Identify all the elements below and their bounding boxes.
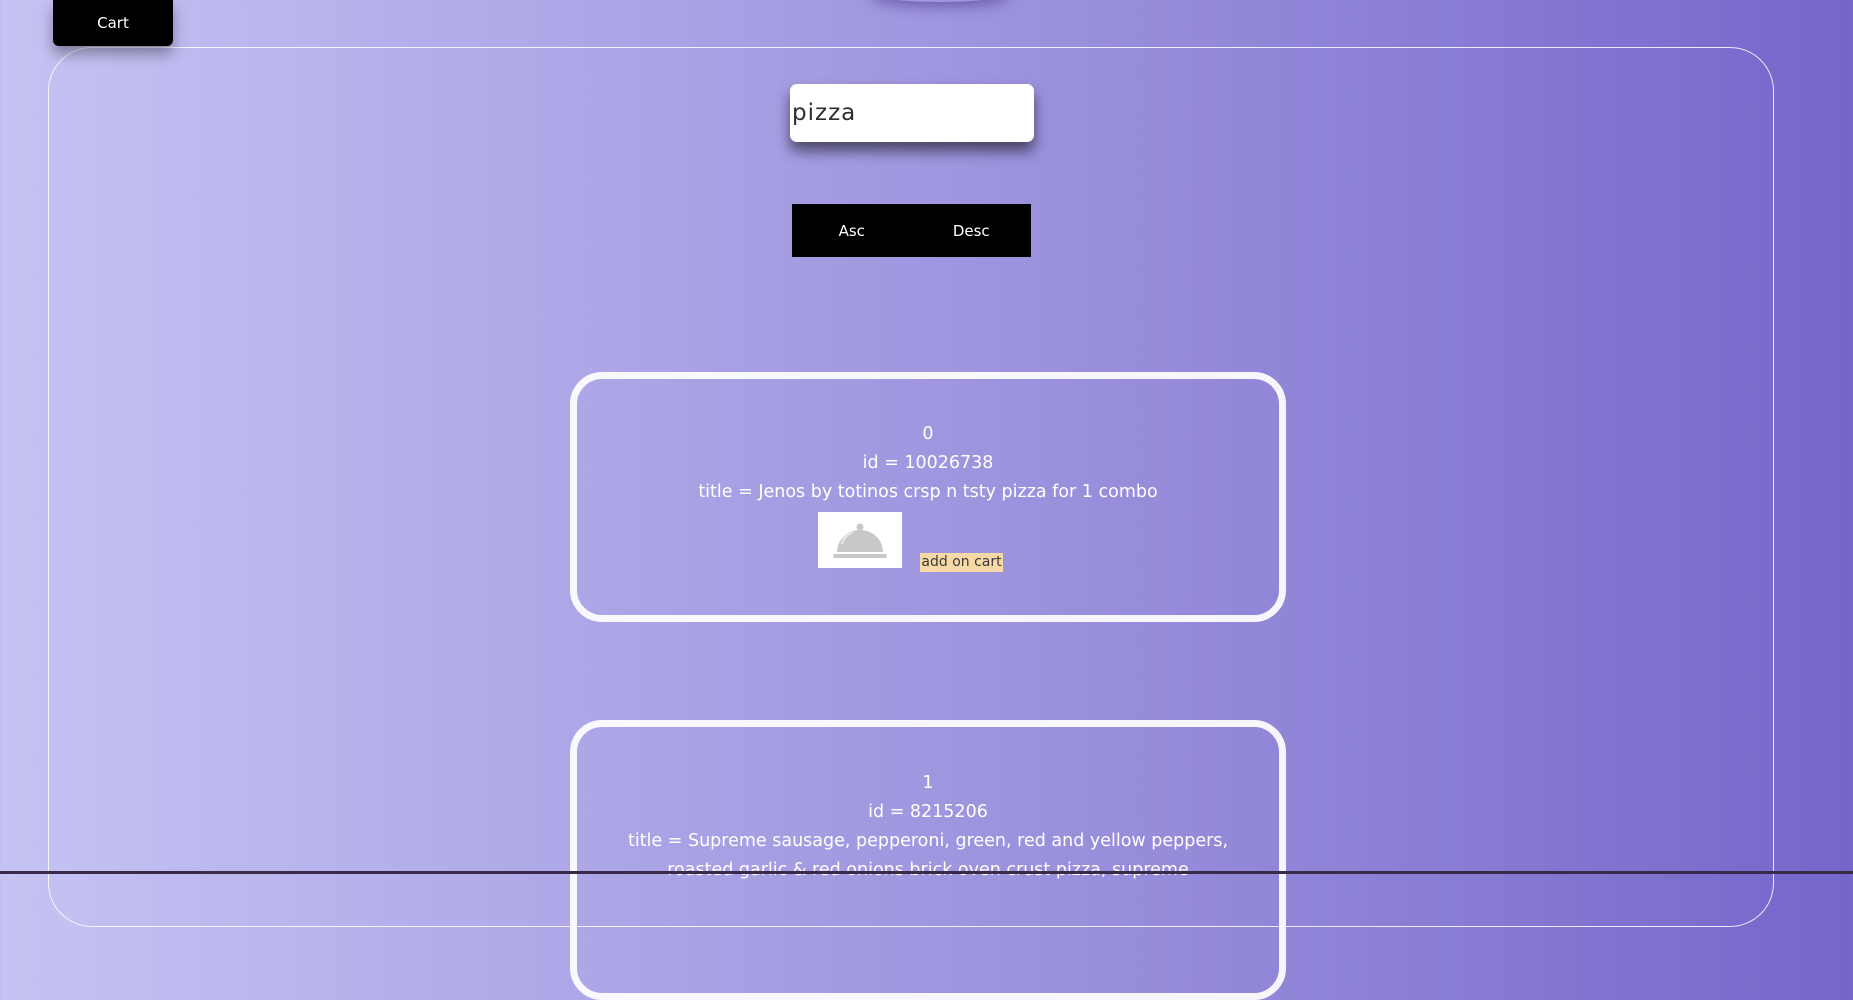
product-card: 0 id = 10026738 title = Jenos by totinos… — [570, 372, 1286, 622]
product-id: id = 10026738 — [862, 453, 994, 473]
sort-desc-button[interactable]: Desc — [912, 204, 1032, 257]
top-shadow-decoration — [870, 0, 1010, 2]
add-to-cart-button[interactable]: add on cart — [920, 553, 1003, 572]
product-image — [818, 512, 903, 568]
sort-asc-button[interactable]: Asc — [792, 204, 912, 257]
product-title: title = Supreme sausage, pepperoni, gree… — [627, 831, 1229, 880]
product-title: title = Jenos by totinos crsp n tsty piz… — [698, 482, 1158, 502]
product-index: 1 — [922, 773, 934, 793]
serving-dish-icon — [833, 523, 888, 558]
cart-button[interactable]: Cart — [53, 0, 173, 46]
sort-button-group: Asc Desc — [792, 204, 1031, 257]
product-id: id = 8215206 — [868, 802, 988, 822]
product-index: 0 — [922, 424, 934, 444]
product-card: 1 id = 8215206 title = Supreme sausage, … — [570, 720, 1286, 1000]
search-input[interactable] — [790, 84, 1034, 142]
